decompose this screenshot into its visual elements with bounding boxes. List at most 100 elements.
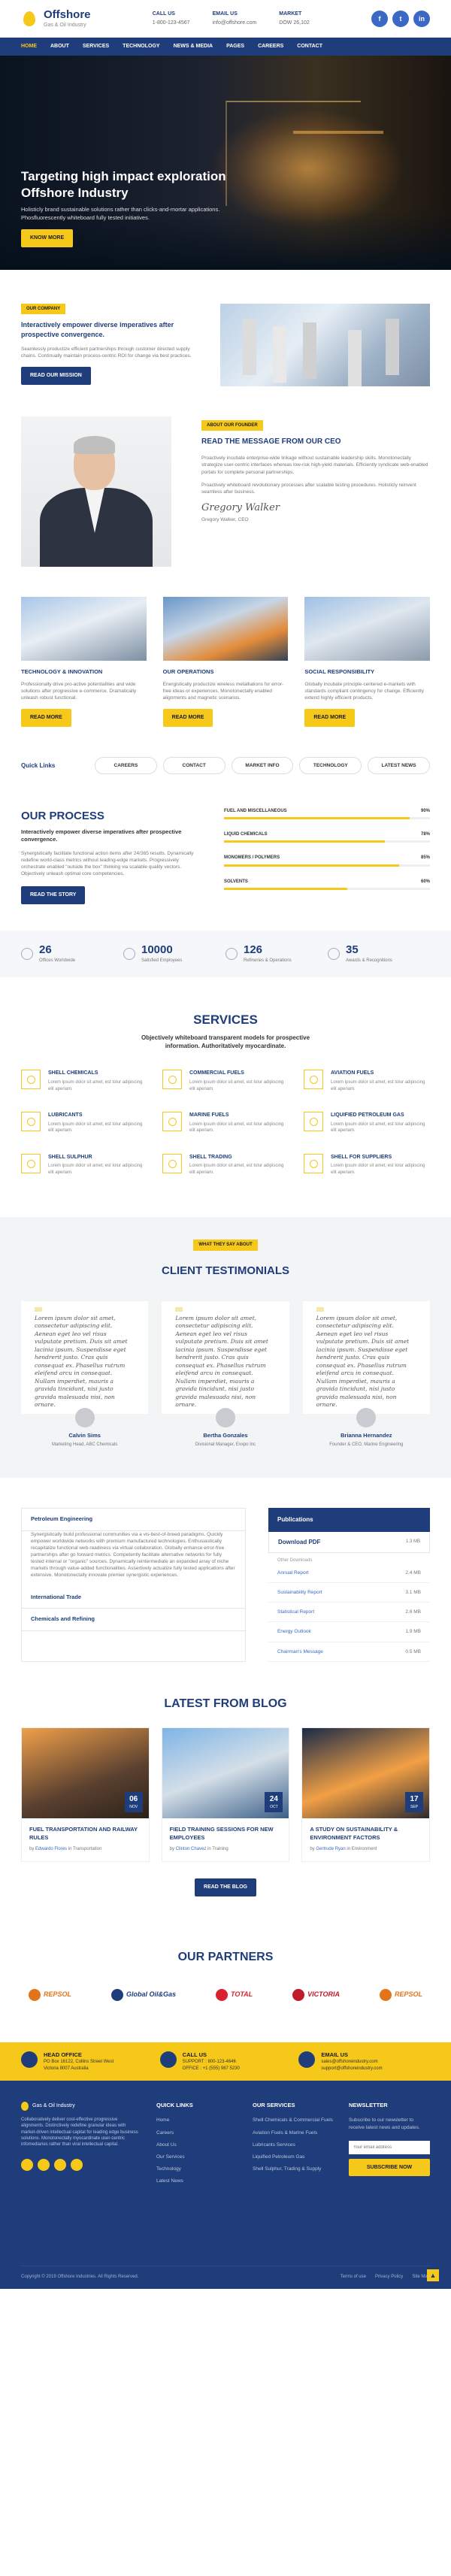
footer-service-link[interactable]: Aviation Fuels & Marine Fuels (253, 2130, 334, 2136)
partner-logo[interactable]: TOTAL (216, 1988, 253, 2001)
partner-logo[interactable]: REPSOL (29, 1988, 71, 2001)
service-item[interactable]: LIQUIFIED PETROLEUM GAS Lorem ipsum dolor… (304, 1111, 430, 1134)
footer-link[interactable]: Our Services (156, 2154, 238, 2160)
contact-call: CALL US 1-800-123-4567 (153, 11, 190, 27)
blog-month: SEP (410, 1805, 419, 1810)
privacy-link[interactable]: Privacy Policy (375, 2274, 403, 2280)
blog-card[interactable]: 17 SEP A STUDY ON SUSTAINABILITY & ENVIRON… (301, 1727, 431, 1863)
newsletter-email-input[interactable] (349, 2140, 430, 2154)
blog-author[interactable]: Clinton Chavez (176, 1847, 207, 1851)
hero-title-line: Targeting high impact exploration (21, 169, 226, 183)
quick-link-market[interactable]: MARKET INFO (231, 756, 294, 774)
users-icon (123, 948, 135, 961)
service-item[interactable]: COMMERCIAL FUELS Lorem ipsum dolor sit am… (162, 1070, 289, 1092)
nav-item-careers[interactable]: CAREERS (258, 43, 283, 50)
blog-card[interactable]: 06 NOV FUEL TRANSPORTATION AND RAILWAY RUL… (21, 1727, 150, 1863)
publications-title: Publications (268, 1508, 430, 1532)
nav-item-technology[interactable]: TECHNOLOGY (123, 43, 159, 50)
footer-service-link[interactable]: Lubricants Services (253, 2142, 334, 2148)
service-title: COMMERCIAL FUELS (189, 1070, 244, 1076)
quick-link-news[interactable]: LATEST NEWS (368, 756, 430, 774)
publication-row[interactable]: Annual Report 2.4 MB (268, 1563, 430, 1584)
linkedin-icon[interactable]: in (413, 11, 430, 27)
testimonial-role: Divisional Manager, Exxpo Inc (195, 1442, 256, 1448)
subscribe-button[interactable]: SUBSCRIBE NOW (349, 2158, 430, 2177)
publication-row[interactable]: Chairman's Message 0.5 MB (268, 1642, 430, 1662)
footer-link[interactable]: Careers (156, 2130, 238, 2136)
service-item[interactable]: SHELL TRADING Lorem ipsum dolor sit amet,… (162, 1153, 289, 1176)
nav-item-services[interactable]: SERVICES (83, 43, 109, 50)
footer-service-link[interactable]: Shell Chemicals & Commercial Fuels (253, 2117, 334, 2123)
publications-overview: Other Downloads (277, 1557, 313, 1563)
blog-author[interactable]: Gertrude Ryan (316, 1847, 345, 1851)
blog-category[interactable]: Environment (352, 1847, 377, 1851)
footer-service-link[interactable]: Liquified Petroleum Gas (253, 2154, 334, 2160)
factory-icon (226, 948, 238, 961)
footer-link[interactable]: Home (156, 2117, 238, 2123)
footer-service-link[interactable]: Shell Sulphur, Trading & Supply (253, 2166, 334, 2172)
partner-logo[interactable]: VICTORIA (292, 1988, 340, 2001)
read-mission-button[interactable]: READ OUR MISSION (21, 366, 91, 385)
nav-item-contact[interactable]: CONTACT (297, 43, 322, 50)
nav-item-news[interactable]: NEWS & MEDIA (174, 43, 213, 50)
card-image (162, 597, 289, 661)
nav-item-about[interactable]: ABOUT (50, 43, 69, 50)
blog-category[interactable]: Transportation (73, 1847, 101, 1851)
twitter-icon[interactable]: t (392, 11, 409, 27)
service-item[interactable]: SHELL CHEMICALS Lorem ipsum dolor sit ame… (21, 1070, 147, 1092)
read-more-button[interactable]: READ MORE (304, 708, 356, 727)
facebook-icon[interactable] (21, 2158, 33, 2171)
read-more-button[interactable]: READ MORE (21, 708, 71, 727)
service-item[interactable]: SHELL FOR SUPPLIERS Lorem ipsum dolor sit… (304, 1153, 430, 1176)
read-more-button[interactable]: READ MORE (162, 708, 213, 727)
twitter-icon[interactable] (38, 2158, 50, 2171)
service-item[interactable]: LUBRICANTS Lorem ipsum dolor sit amet, es… (21, 1111, 147, 1134)
download-pdf-button[interactable]: Download PDF 1.3 MB (268, 1531, 430, 1553)
terms-link[interactable]: Terms of use (341, 2274, 366, 2280)
publication-size: 3.1 MB (405, 1590, 421, 1596)
read-story-button[interactable]: READ THE STORY (21, 886, 86, 904)
publication-row[interactable]: Statistical Report 2.6 MB (268, 1603, 430, 1623)
quick-link-contact[interactable]: CONTACT (162, 756, 226, 774)
blog-title[interactable]: A STUDY ON SUSTAINABILITY & ENVIRONMENT … (302, 1818, 429, 1846)
footer-link[interactable]: Latest News (156, 2178, 238, 2184)
service-item[interactable]: SHELL SULPHUR Lorem ipsum dolor sit amet,… (21, 1153, 147, 1176)
quick-link-technology[interactable]: TECHNOLOGY (299, 756, 362, 774)
blog-category[interactable]: Training (212, 1847, 228, 1851)
blog-title[interactable]: FUEL TRANSPORTATION AND RAILWAY RULES (22, 1818, 149, 1846)
service-item[interactable]: AVIATION FUELS Lorem ipsum dolor sit amet… (304, 1070, 430, 1092)
footer-link[interactable]: About Us (156, 2142, 238, 2148)
header-contacts: CALL US 1-800-123-4567 EMAIL US info@offsh… (153, 11, 310, 27)
publication-row[interactable]: Energy Outlook 1.9 MB (268, 1622, 430, 1642)
youtube-icon[interactable] (71, 2158, 83, 2171)
back-to-top-button[interactable]: ▲ (427, 2269, 439, 2281)
service-icon (304, 1070, 323, 1090)
nav-item-pages[interactable]: PAGES (226, 43, 244, 50)
accordion-item-trade[interactable]: International Trade (22, 1587, 245, 1609)
footer-link[interactable]: Technology (156, 2166, 238, 2172)
read-blog-button[interactable]: READ THE BLOG (195, 1878, 256, 1897)
footer-services: OUR SERVICES Shell Chemicals & Commercial… (253, 2102, 334, 2190)
know-more-button[interactable]: KNOW MORE (21, 229, 74, 247)
blog-title[interactable]: FIELD TRAINING SESSIONS FOR NEW EMPLOYEE… (162, 1818, 289, 1846)
card-image (21, 597, 147, 661)
contact-value: 1-800-123-4567 (152, 20, 190, 26)
publication-row[interactable]: Sustainability Report 3.1 MB (268, 1583, 430, 1603)
service-item[interactable]: MARINE FUELS Lorem ipsum dolor sit amet, … (162, 1111, 289, 1134)
quick-link-careers[interactable]: CAREERS (95, 756, 157, 774)
partner-logo[interactable]: REPSOL (379, 1988, 422, 2001)
accordion-item-chemicals[interactable]: Chemicals and Refining (22, 1609, 245, 1631)
nav-item-home[interactable]: HOME (21, 43, 37, 50)
pdf-size: 1.3 MB (405, 1539, 420, 1544)
facebook-icon[interactable]: f (371, 11, 388, 27)
blog-card[interactable]: 24 OCT FIELD TRAINING SESSIONS FOR NEW EMP… (161, 1727, 290, 1863)
accordion-item-petroleum[interactable]: Petroleum Engineering (22, 1509, 245, 1531)
brand-logo[interactable]: Offshore Gas & Oil Industry (21, 9, 91, 29)
publication-size: 2.6 MB (405, 1609, 421, 1615)
hero-rig-shape (293, 131, 383, 134)
partner-logo[interactable]: Global Oil&Gas (111, 1988, 176, 2001)
blog-author[interactable]: Edwardo Flores (35, 1847, 67, 1851)
linkedin-icon[interactable] (54, 2158, 66, 2171)
testimonials-title: CLIENT TESTIMONIALS (162, 1264, 289, 1277)
service-icon (21, 1111, 41, 1131)
